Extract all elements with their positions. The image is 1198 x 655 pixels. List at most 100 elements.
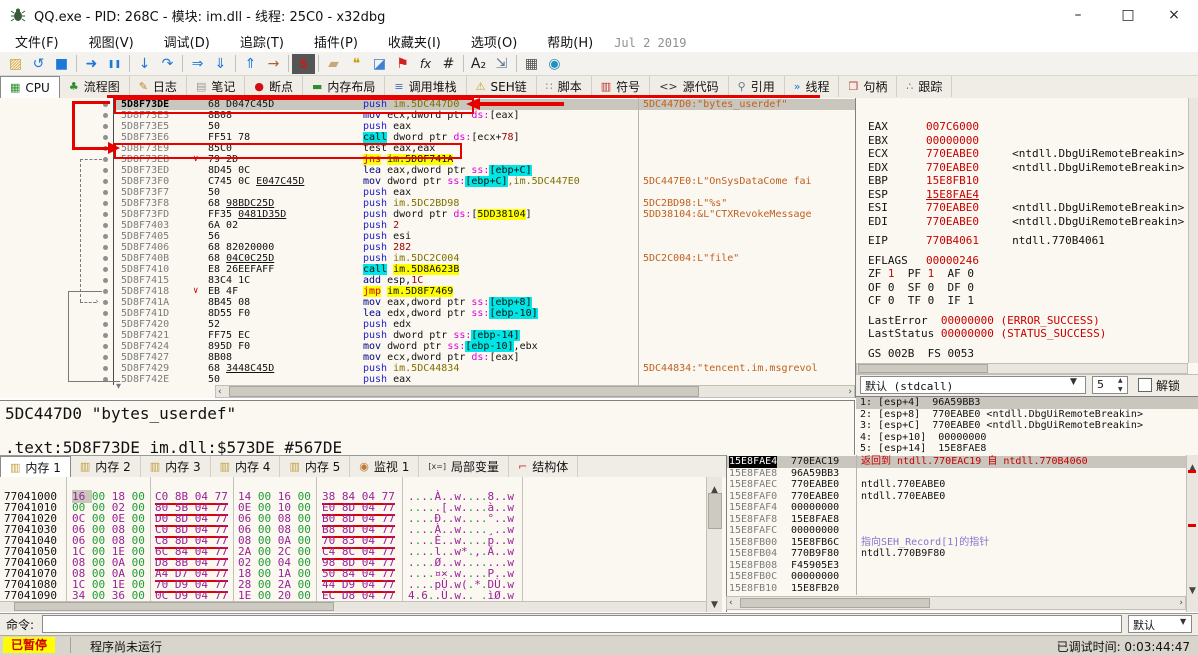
menu-item-插件[interactable]: 插件(P) [299, 30, 373, 53]
memory-vscroll-thumb[interactable] [708, 493, 722, 529]
disasm-row[interactable]: 5D8F7403 6A 02 push 2 [0, 220, 855, 231]
tab-locals[interactable]: [x=] 局部变量 [419, 456, 510, 477]
argument-row[interactable]: 1: [esp+4] 96A59BB3 [856, 397, 1198, 409]
open-file-icon[interactable]: ▨ [4, 54, 27, 74]
tab-dump-4[interactable]: ▥ 内存 4 [211, 456, 281, 477]
bookmarks-icon[interactable]: ⚑ [391, 54, 414, 74]
menu-item-收藏[interactable]: 收藏夹(I) [373, 30, 456, 53]
stack-hscroll-thumb[interactable] [740, 598, 930, 608]
command-input[interactable] [42, 615, 1122, 633]
tab-handles[interactable]: ❒ 句柄 [839, 76, 898, 97]
register-line[interactable]: EDX 770EABE0 <ntdll.DbgUiRemoteBreakin> [868, 161, 1188, 175]
chevron-down-icon[interactable]: ▼ [1180, 617, 1186, 626]
tab-dump-5[interactable]: ▥ 内存 5 [280, 456, 351, 477]
register-line[interactable]: EIP 770B4061 ntdll.770B4061 [868, 234, 1188, 248]
menu-item-选项[interactable]: 选项(O) [456, 30, 532, 53]
restart-icon[interactable]: ↺ [27, 54, 50, 74]
tab-watch-1[interactable]: ◉ 监视 1 [350, 456, 420, 477]
disasm-row[interactable]: 5D8F73E5 50 push eax [0, 121, 855, 132]
register-line[interactable]: ZF 1 PF 1 AF 0 [868, 267, 1188, 281]
tab-threads[interactable]: » 线程 [785, 76, 840, 97]
disasm-row[interactable]: 5D8F73F8 68 98BDC25D push im.5DC2BD98 5DC2B… [0, 198, 855, 209]
stack-row[interactable]: 15E8FAEC 770EABE0 ntdll.770EABE0 [727, 479, 1198, 491]
disasm-row[interactable]: 5D8F7405 56 push esi [0, 231, 855, 242]
breakpoint-dot-icon[interactable] [103, 289, 108, 294]
unlock-checkbox[interactable] [1138, 378, 1152, 392]
stack-row[interactable]: 15E8FB10 15E8FB20 [727, 583, 1198, 595]
calculator-icon[interactable]: ▦ [520, 54, 543, 74]
register-line[interactable]: GS 002B FS 0053 [868, 347, 1188, 361]
disasm-row[interactable]: 5D8F7410 E8 26EEFAFF call im.5D8A623B [0, 264, 855, 275]
breakpoint-dot-icon[interactable] [103, 256, 108, 261]
registers-vscrollbar[interactable] [1188, 98, 1198, 363]
breakpoint-dot-icon[interactable] [103, 223, 108, 228]
breakpoint-dot-icon[interactable] [103, 102, 108, 107]
stack-row[interactable]: 15E8FAE8 96A59BB3 [727, 468, 1198, 480]
tab-graph[interactable]: ♣ 流程图 [60, 76, 130, 97]
breakpoint-dot-icon[interactable] [103, 355, 108, 360]
stack-row[interactable]: 15E8FAF0 770EABE0 ntdll.770EABE0 [727, 491, 1198, 503]
attach-icon[interactable]: ⇲ [490, 54, 513, 74]
step-out-icon[interactable]: ⇓ [209, 54, 232, 74]
breakpoint-dot-icon[interactable] [103, 234, 108, 239]
disasm-row[interactable]: 5D8F7406 68 82020000 push 282 [0, 242, 855, 253]
stack-pane[interactable]: 15E8FAE4 770EAC19 返回到 ntdll.770EAC19 自 ntd… [726, 455, 1198, 612]
disasm-row[interactable]: 5D8F73ED 8D45 0C lea eax,dword ptr ss:[ebp… [0, 165, 855, 176]
memory-dump-pane[interactable]: 77041000 16 00 18 00 C0 8B 04 77 14 00 16 0… [0, 477, 726, 612]
disasm-row[interactable]: 5D8F7420 52 push edx [0, 319, 855, 330]
stepper-arrows-icon[interactable]: ▲ ▼ [1118, 376, 1123, 394]
patches-icon[interactable]: ▰ [322, 54, 345, 74]
breakpoint-dot-icon[interactable] [103, 300, 108, 305]
disasm-row[interactable]: 5D8F73EB ∨ 79 2D jns im.5D8F741A [0, 154, 855, 165]
breakpoint-dot-icon[interactable] [103, 157, 108, 162]
breakpoint-dot-icon[interactable] [103, 168, 108, 173]
memory-hscroll-thumb[interactable] [14, 602, 334, 611]
comments-icon[interactable]: ❝ [345, 54, 368, 74]
breakpoint-dot-icon[interactable] [103, 366, 108, 371]
memory-row[interactable]: 77041090 34 00 36 00 0C D9 04 77 1E 00 20 0… [0, 589, 726, 604]
tab-memory-map[interactable]: ▬ 内存布局 [303, 76, 386, 97]
stop-icon[interactable]: ■ [50, 54, 73, 74]
tab-notes[interactable]: ▤ 笔记 [187, 76, 246, 97]
stack-vscrollbar[interactable]: ▲ ▼ [1186, 455, 1198, 612]
stack-row[interactable]: 15E8FB04 770B9F80 ntdll.770B9F80 [727, 548, 1198, 560]
stack-row[interactable]: 15E8FAE4 770EAC19 返回到 ntdll.770EAC19 自 ntd… [727, 456, 1198, 468]
menu-item-调试[interactable]: 调试(D) [149, 30, 225, 53]
breakpoint-dot-icon[interactable] [103, 267, 108, 272]
registers-hscroll-thumb[interactable] [858, 364, 988, 373]
tab-script[interactable]: ∷ 脚本 [537, 76, 592, 97]
disasm-row[interactable]: 5D8F73FD FF35 0481D35D push dword ptr ds:[… [0, 209, 855, 220]
breakpoint-dot-icon[interactable] [103, 113, 108, 118]
run-to-user-code-icon[interactable]: → [262, 54, 285, 74]
disasm-row[interactable]: 5D8F741A 8B45 08 mov eax,dword ptr ss:[ebp… [0, 297, 855, 308]
stack-row[interactable]: 15E8FB0C 00000000 [727, 571, 1198, 583]
execute-till-return-icon[interactable]: ⇒ [186, 54, 209, 74]
minimize-button[interactable]: – [1056, 0, 1100, 30]
breakpoint-dot-icon[interactable] [103, 135, 108, 140]
maximize-button[interactable]: □ [1106, 0, 1150, 30]
chevron-down-icon[interactable]: ▼ [1070, 377, 1077, 387]
tab-breakpoints[interactable]: ● 断点 [245, 76, 303, 97]
disasm-row[interactable]: 5D8F740B 68 04C0C25D push im.5DC2C004 5DC2C… [0, 253, 855, 264]
step-over-icon[interactable]: ↷ [156, 54, 179, 74]
register-line[interactable]: EFLAGS 00000246 [868, 254, 1188, 268]
stack-row[interactable]: 15E8FB08 F45905E3 [727, 560, 1198, 572]
register-line[interactable]: EBP 15E8FB10 [868, 174, 1188, 188]
register-line[interactable]: OF 0 SF 0 DF 0 [868, 281, 1188, 295]
register-line[interactable]: EAX 007C6000 [868, 120, 1188, 134]
functions-icon[interactable]: fx [414, 54, 437, 74]
tab-source[interactable]: <> 源代码 [650, 76, 729, 97]
disasm-row[interactable]: 5D8F7421 FF75 EC push dword ptr ss:[ebp-14… [0, 330, 855, 341]
argument-row[interactable]: 4: [esp+10] 00000000 [856, 432, 1198, 444]
menu-item-追踪[interactable]: 追踪(T) [225, 30, 299, 53]
register-line[interactable]: EBX 00000000 [868, 134, 1188, 148]
tab-dump-3[interactable]: ▥ 内存 3 [141, 456, 211, 477]
stack-row[interactable]: 15E8FAFC 00000000 [727, 525, 1198, 537]
step-into-icon[interactable]: ↓ [133, 54, 156, 74]
scroll-down-icon[interactable]: ▼ [1189, 585, 1196, 598]
tab-cpu[interactable]: ▦ CPU [0, 76, 60, 99]
breakpoint-dot-icon[interactable] [103, 333, 108, 338]
breakpoint-dot-icon[interactable] [103, 212, 108, 217]
argument-row[interactable]: 5: [esp+14] 15E8FAE8 [856, 443, 1198, 455]
disasm-row[interactable]: 5D8F7424 895D F0 mov dword ptr ss:[ebp-10]… [0, 341, 855, 352]
